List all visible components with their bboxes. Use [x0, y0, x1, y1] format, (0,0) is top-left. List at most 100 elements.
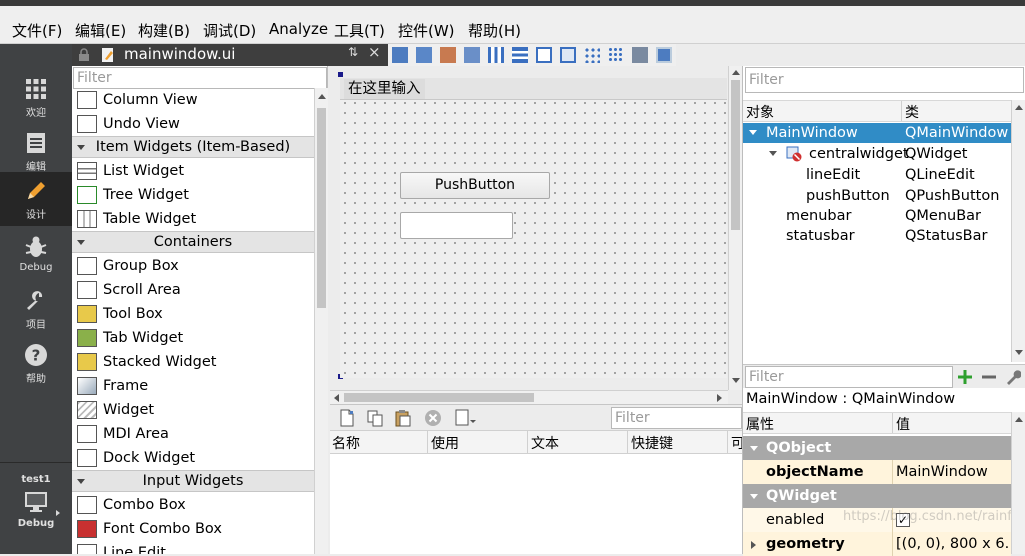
form-menubar[interactable]: 在这里输入 — [340, 78, 727, 100]
scroll-left-icon[interactable] — [334, 394, 339, 402]
widget-item[interactable]: Table Widget — [72, 207, 314, 231]
scroll-up-icon[interactable] — [1015, 417, 1023, 422]
widget-item[interactable]: Widget — [72, 398, 314, 422]
mode-welcome[interactable]: 欢迎 — [0, 72, 72, 128]
column-header[interactable]: 属性 — [746, 414, 774, 434]
adjust-size-icon[interactable] — [656, 47, 672, 63]
column-header[interactable]: 对象 — [746, 102, 774, 122]
widget-item[interactable]: Group Box — [72, 254, 314, 278]
column-header[interactable]: 可 — [731, 433, 742, 453]
break-layout-icon[interactable] — [632, 47, 648, 63]
column-header[interactable]: 值 — [896, 414, 910, 434]
widget-item[interactable]: Stacked Widget — [72, 350, 314, 374]
canvas-vertical-scrollbar[interactable] — [728, 66, 742, 390]
menu-help[interactable]: 帮助(H) — [468, 20, 521, 41]
column-header[interactable]: 文本 — [531, 433, 559, 453]
expand-arrow-icon[interactable] — [751, 541, 756, 549]
object-filter-input[interactable]: Filter — [745, 67, 1024, 93]
widget-item[interactable]: Font Combo Box — [72, 517, 314, 541]
add-property-icon[interactable] — [957, 369, 973, 385]
paste-action-icon[interactable] — [394, 409, 412, 427]
scroll-right-icon[interactable] — [717, 394, 722, 402]
widget-category[interactable]: Input Widgets — [72, 470, 314, 492]
expand-arrow-icon[interactable] — [769, 151, 777, 156]
layout-grid-icon[interactable] — [608, 47, 624, 63]
object-row-menubar[interactable]: menubar QMenuBar — [743, 206, 1011, 226]
property-filter-input[interactable]: Filter — [745, 366, 953, 388]
column-header[interactable]: 使用 — [431, 433, 459, 453]
line-edit[interactable] — [400, 212, 513, 239]
edit-signals-slots-icon[interactable] — [416, 47, 432, 63]
object-row-lineedit[interactable]: lineEdit QLineEdit — [743, 165, 1011, 185]
menu-controls[interactable]: 控件(W) — [398, 20, 455, 41]
expand-arrow-icon[interactable] — [750, 446, 758, 451]
main-window-form[interactable]: 在这里输入 PushButton — [340, 78, 727, 378]
mode-help[interactable]: ? 帮助 — [0, 338, 72, 394]
scroll-thumb[interactable] — [344, 393, 534, 402]
property-row-geometry[interactable]: geometry [(0, 0), 800 x 6… — [743, 532, 1011, 556]
collapse-arrow-icon[interactable] — [77, 479, 85, 484]
configure-icon[interactable] — [1005, 369, 1021, 385]
menu-build[interactable]: 构建(B) — [138, 20, 190, 41]
menu-analyze[interactable]: Analyze — [269, 20, 328, 38]
widget-item[interactable]: MDI Area — [72, 422, 314, 446]
layout-splitter-v-icon[interactable] — [560, 47, 576, 63]
menu-tools[interactable]: 工具(T) — [334, 20, 385, 41]
widget-item[interactable]: Dock Widget — [72, 446, 314, 470]
menu-edit[interactable]: 编辑(E) — [75, 20, 126, 41]
delete-action-icon[interactable] — [424, 409, 442, 427]
widget-item[interactable]: Tab Widget — [72, 326, 314, 350]
edit-buddies-icon[interactable] — [440, 47, 456, 63]
widget-item[interactable]: Column View — [72, 88, 314, 112]
edit-widgets-icon[interactable] — [392, 47, 408, 63]
column-header[interactable]: 名称 — [332, 433, 360, 453]
scroll-up-icon[interactable] — [732, 70, 740, 75]
widget-list-scrollbar[interactable] — [314, 88, 328, 554]
document-switch-icon[interactable]: ⇅ — [348, 45, 358, 59]
scroll-up-icon[interactable] — [318, 94, 326, 99]
copy-action-icon[interactable] — [366, 409, 384, 427]
mode-projects[interactable]: 项目 — [0, 284, 72, 340]
widget-item[interactable]: Tree Widget — [72, 183, 314, 207]
remove-property-icon[interactable] — [981, 369, 997, 385]
widget-category[interactable]: Containers — [72, 231, 314, 253]
layout-horizontal-icon[interactable] — [488, 47, 504, 63]
push-button[interactable]: PushButton — [400, 172, 550, 199]
menu-type-here[interactable]: 在这里输入 — [344, 79, 425, 99]
layout-form-icon[interactable] — [584, 47, 600, 63]
object-inspector-scrollbar[interactable] — [1011, 100, 1025, 362]
scroll-down-icon[interactable] — [732, 378, 740, 383]
close-document-icon[interactable]: × — [368, 43, 381, 61]
layout-vertical-icon[interactable] — [512, 47, 528, 63]
scroll-thumb[interactable] — [317, 108, 326, 308]
layout-splitter-h-icon[interactable] — [536, 47, 552, 63]
document-filename[interactable]: mainwindow.ui — [124, 45, 235, 63]
scroll-down-icon[interactable] — [1015, 350, 1023, 355]
widget-item[interactable]: Scroll Area — [72, 278, 314, 302]
collapse-arrow-icon[interactable] — [77, 240, 85, 245]
new-action-icon[interactable] — [338, 409, 356, 427]
widget-item[interactable]: List Widget — [72, 159, 314, 183]
scroll-up-icon[interactable] — [1015, 105, 1023, 110]
menu-debug[interactable]: 调试(D) — [203, 20, 256, 41]
selection-handle[interactable] — [338, 72, 343, 77]
widget-item[interactable]: Undo View — [72, 112, 314, 136]
expand-arrow-icon[interactable] — [749, 130, 757, 135]
widget-item[interactable]: Combo Box — [72, 493, 314, 517]
action-filter-input[interactable]: Filter — [611, 407, 742, 429]
property-group-qwidget[interactable]: QWidget — [743, 484, 1011, 508]
object-row-mainwindow[interactable]: MainWindow QMainWindow — [743, 123, 1011, 143]
expand-arrow-icon[interactable] — [750, 494, 758, 499]
edit-tab-order-icon[interactable] — [464, 47, 480, 63]
canvas-horizontal-scrollbar[interactable] — [330, 390, 728, 404]
widget-item[interactable]: Tool Box — [72, 302, 314, 326]
property-row-objectname[interactable]: objectName MainWindow — [743, 460, 1011, 484]
widget-category[interactable]: Item Widgets (Item-Based) — [72, 136, 314, 158]
property-group-qobject[interactable]: QObject — [743, 436, 1011, 460]
widget-item[interactable]: Frame — [72, 374, 314, 398]
configure-view-icon[interactable] — [454, 409, 476, 427]
mode-design[interactable]: 设计 — [0, 172, 72, 226]
object-row-pushbutton[interactable]: pushButton QPushButton — [743, 186, 1011, 206]
scroll-thumb[interactable] — [731, 80, 740, 230]
widget-filter-input[interactable]: Filter — [73, 67, 327, 89]
